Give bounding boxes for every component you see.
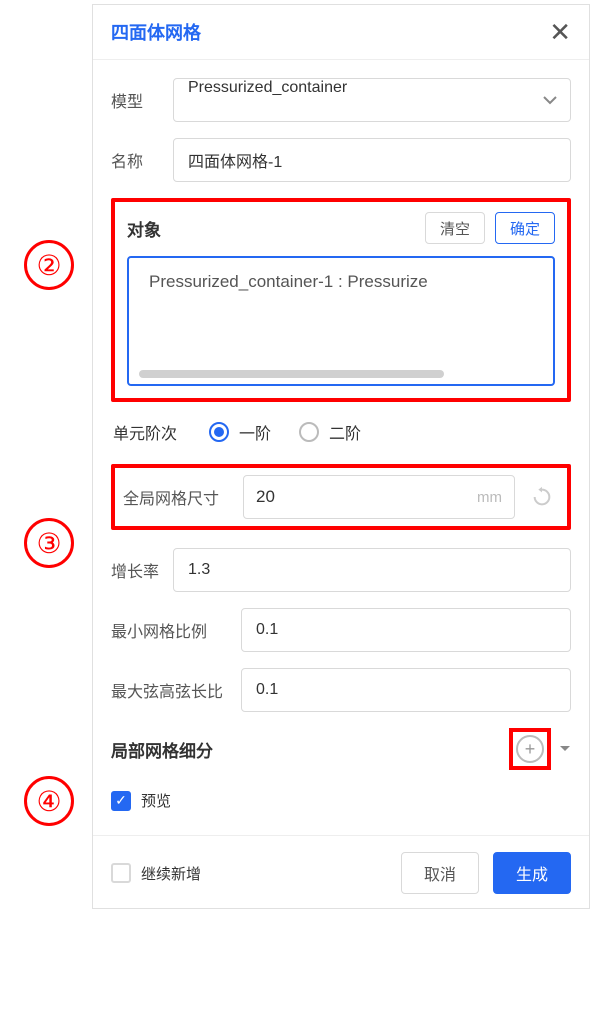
first-order-radio[interactable]: 一阶 — [209, 420, 271, 444]
cancel-button[interactable]: 取消 — [401, 852, 479, 894]
model-label: 模型 — [111, 88, 173, 112]
name-input[interactable] — [173, 138, 571, 182]
first-order-label: 一阶 — [239, 420, 271, 444]
panel-title: 四面体网格 — [111, 19, 201, 45]
min-mesh-ratio-row: 最小网格比例 — [111, 608, 571, 652]
plus-icon[interactable]: + — [516, 735, 544, 763]
element-order-row: 单元阶次 一阶 二阶 — [111, 420, 571, 444]
global-mesh-size-label: 全局网格尺寸 — [123, 485, 233, 509]
max-chord-ratio-row: 最大弦高弦长比 — [111, 668, 571, 712]
preview-row: ✓ 预览 — [111, 790, 571, 811]
growth-rate-row: 增长率 — [111, 548, 571, 592]
annotation-3: ③ — [24, 518, 74, 568]
object-section: 对象 清空 确定 Pressurized_container-1 : Press… — [111, 198, 571, 402]
min-mesh-ratio-input[interactable] — [241, 608, 571, 652]
annotation-2: ② — [24, 240, 74, 290]
global-mesh-size-row: 全局网格尺寸 mm — [111, 464, 571, 530]
object-list[interactable]: Pressurized_container-1 : Pressurize — [127, 256, 555, 386]
preview-label: 预览 — [141, 790, 171, 811]
min-mesh-ratio-label: 最小网格比例 — [111, 618, 241, 642]
caret-down-icon[interactable] — [559, 745, 571, 753]
refresh-icon[interactable] — [525, 480, 559, 514]
panel-body: 模型 Pressurized_container 名称 对象 清空 确定 Pre… — [93, 60, 589, 908]
model-row: 模型 Pressurized_container — [111, 78, 571, 122]
panel-header: 四面体网格 ✕ — [93, 5, 589, 60]
name-label: 名称 — [111, 148, 173, 172]
preview-checkbox[interactable]: ✓ — [111, 791, 131, 811]
object-section-head: 对象 清空 确定 — [127, 212, 555, 244]
second-order-label: 二阶 — [329, 420, 361, 444]
clear-button[interactable]: 清空 — [425, 212, 485, 244]
name-row: 名称 — [111, 138, 571, 182]
second-order-radio[interactable]: 二阶 — [299, 420, 361, 444]
footer-row: 继续新增 取消 生成 — [111, 852, 571, 894]
radio-unchecked-icon — [299, 422, 319, 442]
check-icon: ✓ — [115, 792, 127, 809]
max-chord-ratio-input[interactable] — [241, 668, 571, 712]
global-mesh-size-input[interactable] — [256, 487, 477, 507]
annotation-4: ④ — [24, 776, 74, 826]
divider — [93, 835, 589, 836]
close-icon[interactable]: ✕ — [549, 19, 571, 45]
add-refinement-highlight: + — [509, 728, 551, 770]
growth-rate-label: 增长率 — [111, 558, 173, 582]
confirm-button[interactable]: 确定 — [495, 212, 555, 244]
tetra-mesh-panel: 四面体网格 ✕ 模型 Pressurized_container 名称 对象 清… — [92, 4, 590, 909]
unit-mm: mm — [477, 489, 502, 506]
continue-add-checkbox[interactable] — [111, 863, 131, 883]
max-chord-ratio-label: 最大弦高弦长比 — [111, 678, 241, 702]
global-mesh-size-input-wrap[interactable]: mm — [243, 475, 515, 519]
generate-button[interactable]: 生成 — [493, 852, 571, 894]
footer-left: 继续新增 — [111, 863, 201, 884]
footer-right: 取消 生成 — [401, 852, 571, 894]
local-refinement-label: 局部网格细分 — [111, 737, 213, 762]
model-select[interactable]: Pressurized_container — [173, 78, 571, 122]
element-order-label: 单元阶次 — [113, 420, 177, 444]
horizontal-scrollbar[interactable] — [139, 370, 444, 378]
object-buttons: 清空 确定 — [425, 212, 555, 244]
list-item[interactable]: Pressurized_container-1 : Pressurize — [149, 272, 545, 292]
local-refinement-row: 局部网格细分 + — [111, 728, 571, 770]
model-select-value: Pressurized_container — [173, 78, 571, 122]
growth-rate-input[interactable] — [173, 548, 571, 592]
radio-checked-icon — [209, 422, 229, 442]
object-label: 对象 — [127, 216, 161, 241]
continue-add-label: 继续新增 — [141, 863, 201, 884]
